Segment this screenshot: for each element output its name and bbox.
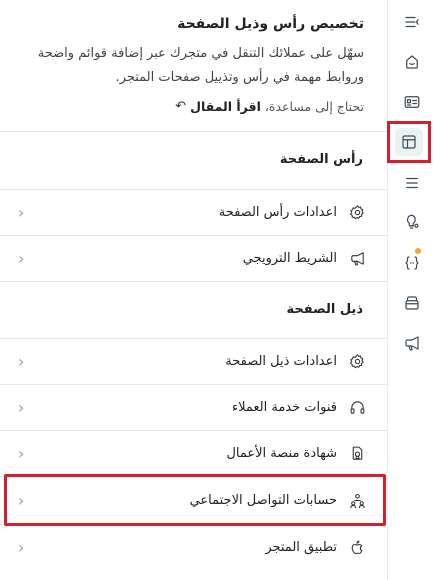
section-title-footer: ذيل الصفحة — [286, 302, 363, 317]
chevron-left-icon: ‹ — [18, 249, 25, 268]
apple-icon — [347, 538, 367, 558]
read-article-link[interactable]: اقرأ المقال — [190, 96, 261, 118]
row-label: الشريط الترويجي — [242, 251, 337, 266]
chevron-left-icon: ‹ — [18, 491, 25, 510]
active-rail-frame — [387, 121, 431, 163]
page-description: سهّل على عملائك التنقل في متجرك عبر إضاف… — [37, 46, 364, 85]
collapse-menu-icon[interactable] — [398, 8, 426, 36]
row-header-settings[interactable]: اعدادات رأس الصفحة ‹ — [0, 189, 387, 235]
headset-icon — [347, 398, 367, 418]
megaphone-icon — [347, 249, 367, 269]
row-store-app[interactable]: تطبيق المتجر ‹ — [0, 524, 387, 570]
section-title-header: رأس الصفحة — [279, 152, 363, 167]
certificate-icon — [347, 444, 367, 464]
package-icon[interactable] — [398, 289, 426, 317]
menu-lines-icon[interactable] — [398, 169, 426, 197]
chevron-left-icon: ‹ — [18, 203, 25, 222]
page-title: تخصيص رأس وذيل الصفحة — [177, 16, 364, 32]
id-card-icon[interactable] — [398, 88, 426, 116]
row-label: اعدادات ذيل الصفحة — [225, 354, 337, 369]
row-customer-service[interactable]: قنوات خدمة العملاء ‹ — [0, 384, 387, 430]
promotion-megaphone-icon[interactable] — [398, 329, 426, 357]
home-icon[interactable] — [398, 48, 426, 76]
row-label: اعدادات رأس الصفحة — [218, 205, 337, 220]
row-business-certificate[interactable]: شهادة منصة الأعمال ‹ — [0, 430, 387, 476]
row-label: شهادة منصة الأعمال — [226, 446, 337, 461]
reply-arrow-icon: ↶ — [175, 99, 187, 114]
help-prefix: تحتاج إلى مساعدة، — [264, 99, 364, 114]
divider — [0, 281, 387, 282]
help-line: تحتاج إلى مساعدة، اقرأ المقال ↶ — [10, 96, 364, 118]
row-label: قنوات خدمة العملاء — [232, 400, 337, 415]
row-label: حسابات التواصل الاجتماعي — [189, 493, 337, 508]
row-social-accounts[interactable]: حسابات التواصل الاجتماعي ‹ — [0, 476, 387, 524]
row-promo-bar[interactable]: الشريط الترويجي ‹ — [0, 235, 387, 281]
gear-icon — [347, 203, 367, 223]
customize-panel: تخصيص رأس وذيل الصفحة سهّل على عملائك ال… — [0, 0, 387, 580]
row-footer-settings[interactable]: اعدادات ذيل الصفحة ‹ — [0, 338, 387, 384]
intro-block: تخصيص رأس وذيل الصفحة سهّل على عملائك ال… — [0, 0, 387, 118]
chevron-left-icon: ‹ — [18, 398, 25, 417]
bulb-settings-icon[interactable] — [398, 208, 426, 236]
theme-layout-icon[interactable] — [395, 128, 423, 156]
divider — [0, 131, 387, 132]
code-braces-icon[interactable] — [398, 249, 426, 277]
chevron-left-icon: ‹ — [18, 538, 25, 557]
chevron-left-icon: ‹ — [18, 444, 25, 463]
social-accounts-icon — [347, 491, 367, 511]
row-label: تطبيق المتجر — [265, 540, 337, 555]
gear-icon — [347, 352, 367, 372]
side-rail — [387, 0, 435, 580]
chevron-left-icon: ‹ — [18, 352, 25, 371]
